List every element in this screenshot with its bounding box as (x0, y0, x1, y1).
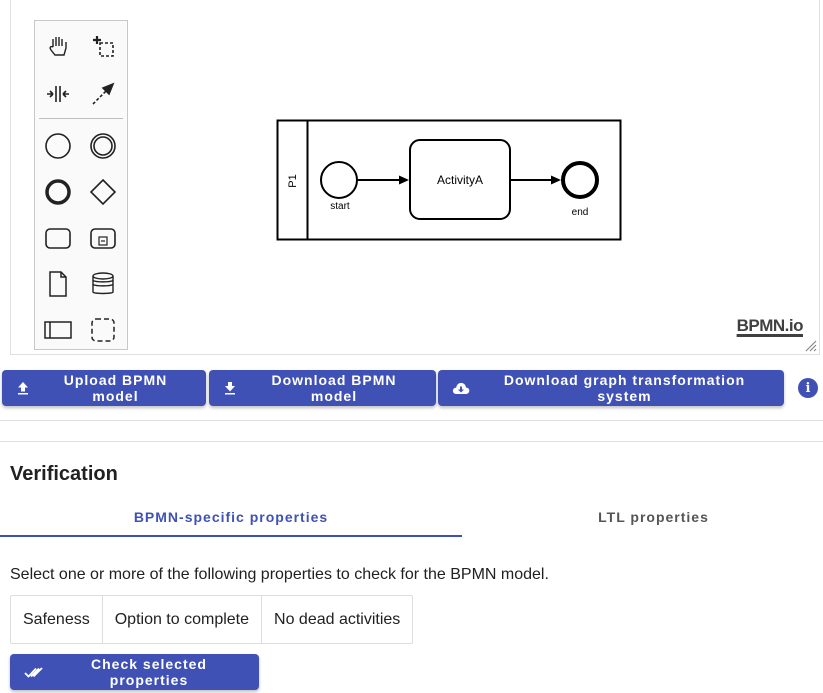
check-selected-properties-button[interactable]: Check selected properties (10, 654, 259, 690)
tab-ltl-properties[interactable]: LTL properties (462, 497, 823, 537)
active-tab-indicator (0, 535, 462, 537)
check-selected-label: Check selected properties (91, 656, 207, 688)
divider (0, 441, 823, 442)
task-activitya[interactable]: ActivityA (409, 139, 511, 220)
modeler-canvas[interactable]: P1 start ActivityA end BPMN.io (10, 0, 820, 355)
info-icon[interactable]: i (798, 378, 818, 398)
cloud-download-icon (452, 381, 470, 395)
verification-title: Verification (10, 463, 118, 485)
download-bpmn-button[interactable]: Download BPMN model (209, 370, 436, 406)
bpmn-io-logo[interactable]: BPMN.io (737, 316, 804, 336)
upload-icon (16, 381, 30, 395)
property-no-dead-activities[interactable]: No dead activities (262, 596, 412, 643)
tab-label: LTL properties (598, 509, 709, 525)
start-event[interactable] (320, 161, 358, 199)
end-event-label: end (572, 207, 589, 218)
property-option-to-complete[interactable]: Option to complete (103, 596, 263, 643)
double-check-icon (24, 665, 44, 679)
task-label: ActivityA (437, 173, 483, 187)
verification-tabs: BPMN-specific properties LTL properties (0, 497, 823, 539)
properties-description: Select one or more of the following prop… (10, 566, 549, 583)
download-bpmn-label: Download BPMN model (271, 372, 397, 404)
divider (0, 420, 823, 421)
start-event-label: start (330, 201, 350, 212)
property-toggle-group: Safeness Option to complete No dead acti… (10, 595, 414, 644)
upload-bpmn-label: Upload BPMN model (63, 372, 168, 404)
upload-bpmn-button[interactable]: Upload BPMN model (2, 370, 206, 406)
property-safeness[interactable]: Safeness (11, 596, 103, 643)
tab-label: BPMN-specific properties (133, 509, 329, 525)
bpmn-diagram: P1 start ActivityA end (276, 119, 622, 241)
download-icon (223, 381, 237, 395)
resize-handle-icon[interactable] (803, 338, 817, 352)
pool-label: P1 (287, 174, 299, 187)
tab-bpmn-specific-properties[interactable]: BPMN-specific properties (0, 497, 462, 537)
download-gts-label: Download graph transformation system (503, 372, 746, 404)
end-event[interactable] (561, 161, 599, 199)
download-gts-button[interactable]: Download graph transformation system (438, 370, 784, 406)
